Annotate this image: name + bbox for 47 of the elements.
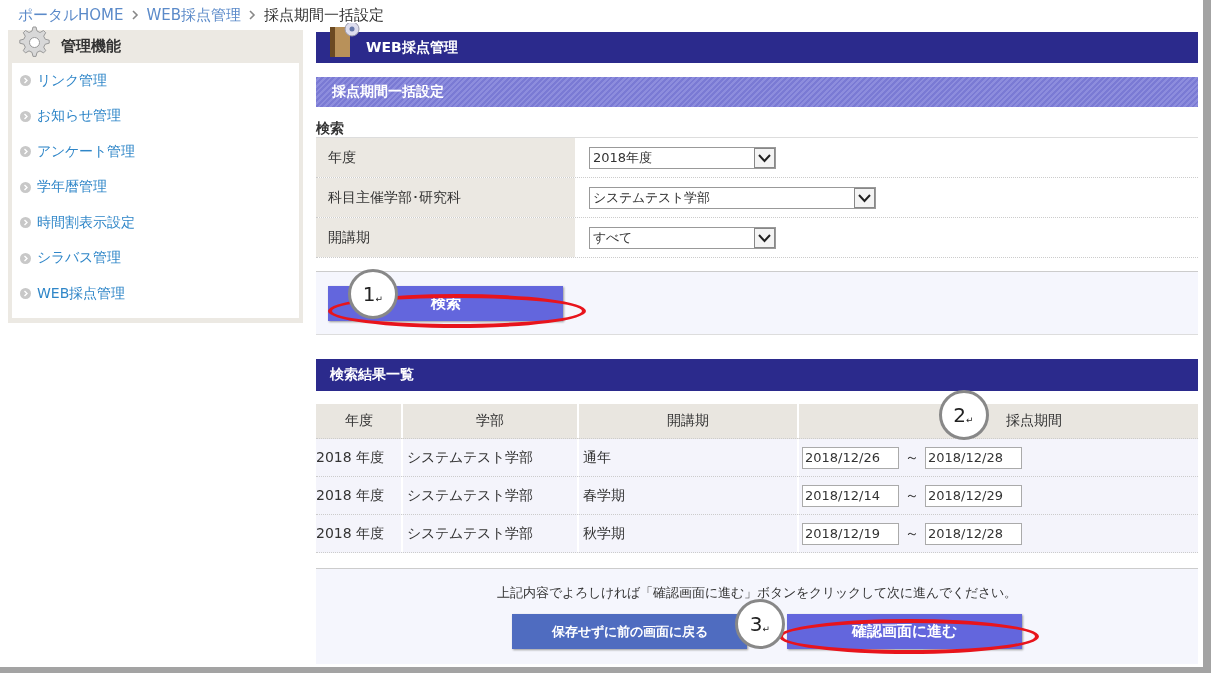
breadcrumb-link[interactable]: ポータルHOME: [18, 5, 124, 25]
tilde-separator: ～: [905, 524, 919, 543]
search-heading: 検索: [316, 119, 345, 137]
sidebar-link[interactable]: 学年暦管理: [12, 169, 299, 205]
chevron-circle-icon: [20, 75, 31, 87]
chevron-circle-icon: [20, 110, 31, 122]
table-cell: システムテスト学部: [403, 515, 579, 552]
step-number-callout-tooltip: 3↵: [735, 599, 785, 649]
sidebar-link[interactable]: シラバス管理: [12, 240, 299, 276]
field-label: 開講期: [316, 218, 575, 257]
date-input-field[interactable]: 2018/12/29: [925, 484, 1022, 507]
field-label: 科目主催学部･研究科: [316, 178, 575, 217]
back-button[interactable]: 保存せずに前の画面に戻る: [512, 614, 747, 649]
dropdown[interactable]: システムテスト学部: [589, 186, 876, 209]
field-label: 年度: [316, 138, 575, 177]
sidebar-link[interactable]: アンケート管理: [12, 134, 299, 170]
date-input-field[interactable]: 2018/12/19: [802, 522, 899, 545]
sidebar-link[interactable]: 時間割表示設定: [12, 205, 299, 241]
sidebar-link[interactable]: リンク管理: [12, 63, 299, 99]
sidebar-link[interactable]: WEB採点管理: [12, 276, 299, 312]
chevron-circle-icon: [20, 146, 31, 158]
step-number-callout-tooltip: 1↵: [348, 268, 398, 319]
section-title-bar: 採点期間一括設定: [316, 77, 1198, 107]
breadcrumb-link[interactable]: WEB採点管理: [146, 5, 242, 25]
chevron-icon: [249, 9, 257, 21]
breadcrumb-current: 採点期間一括設定: [264, 5, 385, 25]
step-number-callout-tooltip: 2↵: [938, 390, 989, 440]
date-input-field[interactable]: 2018/12/14: [802, 484, 899, 507]
book-gear-icon: [328, 22, 360, 59]
tilde-separator: ～: [905, 448, 919, 467]
table-cell: 2018 年度: [316, 515, 403, 552]
tilde-separator: ～: [905, 486, 919, 505]
dropdown[interactable]: すべて: [589, 226, 776, 249]
instruction-text: 上記内容でよろしければ「確認画面に進む」ボタンをクリックして次に進んでください。: [497, 584, 1017, 602]
date-input-field[interactable]: 2018/12/28: [925, 522, 1022, 545]
dropdown[interactable]: 2018年度: [589, 146, 776, 169]
date-input-field[interactable]: 2018/12/26: [802, 446, 899, 469]
chevron-circle-icon: [20, 252, 31, 264]
chevron-circle-icon: [20, 217, 31, 229]
results-header-bar: 検索結果一覧: [316, 359, 1198, 391]
sidebar-link[interactable]: お知らせ管理: [12, 98, 299, 134]
chevron-circle-icon: [20, 181, 31, 193]
date-input-field[interactable]: 2018/12/28: [925, 446, 1022, 469]
sidebar-title: 管理機能: [61, 37, 121, 56]
chevron-icon: [131, 9, 139, 21]
table-cell: 秋学期: [579, 515, 799, 552]
chevron-circle-icon: [20, 288, 31, 300]
